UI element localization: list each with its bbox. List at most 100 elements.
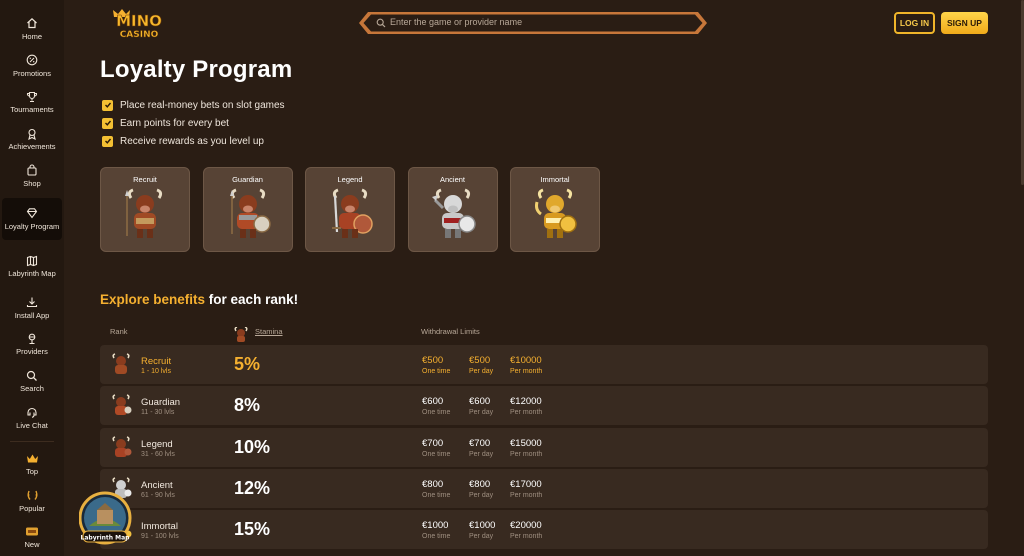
sidebar-item-label: Achievements (8, 142, 56, 152)
limit-per-day: €800 Per day (469, 479, 493, 499)
labyrinth-badge-label: Labyrinth Map (81, 535, 131, 542)
limit-value: €700 (422, 437, 444, 449)
sidebar-item-achievements[interactable]: Achievements (2, 121, 62, 158)
limit-value: €17000 (510, 478, 542, 490)
limit-value: €20000 (510, 520, 542, 532)
limit-per-day: €1000 Per day (469, 520, 495, 540)
limit-value: €800 (469, 478, 491, 490)
limit-value: €600 (469, 396, 491, 408)
minotaur-guardian-icon (224, 188, 272, 245)
rank-card-immortal[interactable]: Immortal (510, 167, 600, 252)
limit-label: Per day (469, 491, 494, 499)
limit-value: €12000 (510, 396, 542, 408)
sidebar-item-label: Loyalty Program (4, 221, 60, 231)
sidebar-item-providers[interactable]: Providers (2, 326, 62, 363)
minotaur-ancient-icon (429, 188, 477, 245)
rank-levels: 31 - 60 lvls (141, 450, 175, 458)
limit-label: Per month (510, 409, 543, 417)
checkmark-icon (102, 117, 113, 129)
sidebar-item-home[interactable]: Home (2, 11, 62, 48)
sidebar-item-label: Home (21, 31, 42, 41)
limit-one-time: €500 One time (422, 355, 450, 375)
sidebar-item-popular[interactable]: Popular (2, 482, 62, 519)
diamond-icon (26, 207, 38, 220)
column-header-stamina[interactable]: Stamina (255, 327, 283, 336)
map-icon (26, 254, 38, 267)
rank-name: Recruit (141, 356, 172, 367)
limit-one-time: €800 One time (422, 479, 450, 499)
search-placeholder: Enter the game or provider name (390, 17, 523, 27)
sidebar-item-install-app[interactable]: Install App (2, 290, 62, 327)
limit-value: €15000 (510, 437, 542, 449)
labyrinth-map-badge[interactable]: Labyrinth Map (78, 490, 135, 550)
sidebar-item-shop[interactable]: Shop (2, 158, 62, 195)
stamina-value: 15% (234, 519, 271, 540)
sidebar-item-live-chat[interactable]: Live Chat (2, 400, 62, 437)
limit-label: Per day (469, 409, 494, 417)
sidebar-item-new[interactable]: New (2, 519, 62, 556)
limit-value: €600 (422, 396, 444, 408)
limit-per-month: €10000 Per month (510, 355, 542, 375)
scrollbar[interactable] (1020, 0, 1024, 556)
table-row: Ancient 61 - 90 lvls 12% €800 One time €… (100, 468, 988, 508)
rank-levels: 11 - 30 lvls (141, 409, 175, 417)
login-button[interactable]: LOG IN (894, 12, 935, 34)
new-icon (25, 525, 39, 538)
limit-label: One time (422, 533, 451, 541)
sidebar-item-labyrinth-map[interactable]: Labyrinth Map (2, 243, 62, 289)
benefit-item: Place real-money bets on slot games (102, 96, 285, 114)
benefit-text: Receive rewards as you level up (120, 135, 264, 147)
sidebar-item-label: Promotions (13, 68, 51, 78)
sidebar-item-tournaments[interactable]: Tournaments (2, 84, 62, 121)
limit-label: One time (422, 409, 451, 417)
rank-card-name: Recruit (133, 175, 157, 184)
sidebar-item-label: Live Chat (16, 421, 48, 430)
sidebar-item-search[interactable]: Search (2, 363, 62, 400)
table-row: Immortal 91 - 100 lvls 15% €1000 One tim… (100, 510, 988, 550)
sidebar-item-promotions[interactable]: Promotions (2, 47, 62, 84)
sidebar-item-label: Search (20, 384, 44, 394)
providers-icon (26, 332, 38, 345)
sidebar-item-label: Top (25, 466, 39, 476)
limit-one-time: €700 One time (422, 438, 450, 458)
shop-bag-icon (26, 164, 38, 177)
search-icon (26, 369, 38, 382)
limit-label: Per day (469, 533, 494, 541)
column-header-rank: Rank (110, 327, 128, 336)
rank-card-name: Immortal (540, 175, 570, 184)
rank-card-legend[interactable]: Legend (305, 167, 395, 252)
page-title: Loyalty Program (100, 56, 293, 83)
limit-per-month: €15000 Per month (510, 438, 542, 458)
logo-casino-text: CASINO (120, 30, 159, 40)
limit-value: €1000 (469, 520, 496, 532)
stamina-value: 5% (234, 354, 261, 374)
benefit-item: Receive rewards as you level up (102, 132, 285, 150)
promotions-icon (26, 54, 38, 67)
limit-label: One time (422, 491, 451, 499)
casino-logo[interactable]: MINO CASINO (110, 6, 168, 40)
search-input[interactable]: Enter the game or provider name (358, 11, 708, 35)
rank-card-guardian[interactable]: Guardian (202, 167, 293, 252)
signup-button[interactable]: SIGN UP (941, 12, 988, 34)
minotaur-recruit-icon (121, 188, 169, 245)
sidebar-item-loyalty-program[interactable]: Loyalty Program (2, 197, 62, 241)
benefits-table: Recruit 1 - 10 lvls 5% €500 One time €50… (100, 345, 988, 551)
benefits-table-header: Rank Stamina Withdrawal Limits (110, 324, 990, 342)
sidebar-item-label: Popular (19, 503, 45, 513)
download-icon (26, 296, 38, 309)
sidebar-item-label: Install App (14, 310, 50, 320)
rank-card-ancient[interactable]: Ancient (407, 167, 498, 252)
sidebar: Home Promotions Tournaments Achievements… (0, 0, 64, 556)
limit-label: Per month (510, 368, 543, 375)
sidebar-item-label: Tournaments (10, 105, 54, 115)
sidebar-item-top[interactable]: Top (2, 446, 62, 483)
rank-card-recruit[interactable]: Recruit (100, 167, 190, 252)
sidebar-divider (10, 440, 54, 442)
stamina-value: 8% (234, 395, 261, 416)
limit-label: Per day (469, 368, 494, 375)
limit-label: Per day (469, 450, 494, 458)
home-icon (26, 17, 38, 30)
stamina-value: 10% (234, 436, 271, 457)
limit-per-month: €17000 Per month (510, 479, 542, 499)
sidebar-item-label: Shop (23, 178, 41, 188)
